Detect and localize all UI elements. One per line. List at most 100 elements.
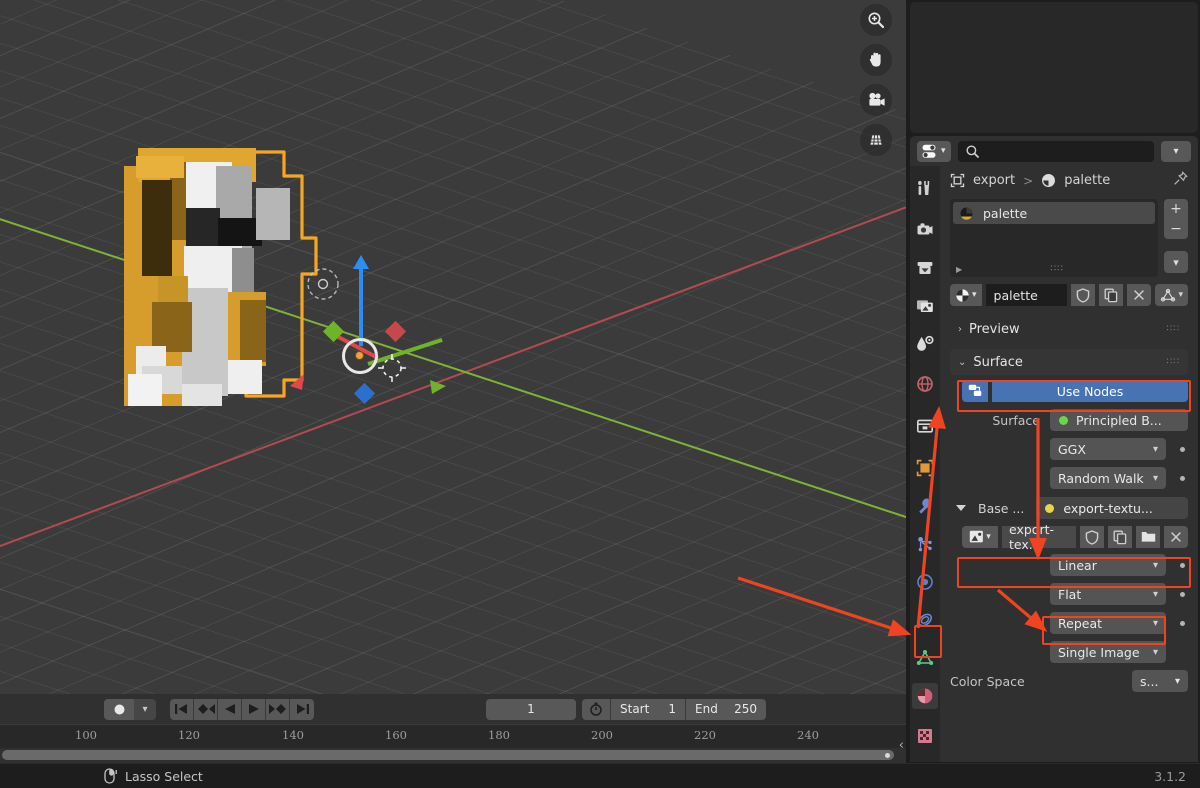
remove-material-slot-button[interactable]: − xyxy=(1164,219,1188,239)
fake-user-button[interactable] xyxy=(1071,284,1096,306)
subsurface-method-dropdown[interactable]: Random Walk ▾ xyxy=(1050,467,1166,489)
tab-object[interactable] xyxy=(912,455,938,481)
grip-dots-icon[interactable]: ∷∷ xyxy=(1050,264,1063,274)
play-reverse-button[interactable] xyxy=(218,698,242,720)
subsurface-method-value: Random Walk xyxy=(1058,470,1144,486)
printer-icon xyxy=(917,262,933,274)
image-name-field[interactable]: export-tex... xyxy=(1002,522,1076,552)
camera-view-gizmo[interactable] xyxy=(860,84,892,116)
timeline-collapse-arrow[interactable]: ‹ xyxy=(899,738,904,753)
tab-physics[interactable] xyxy=(912,569,938,595)
tab-world[interactable] xyxy=(912,371,938,397)
grip-dots-icon[interactable]: ∷∷ xyxy=(1167,324,1180,334)
play-button[interactable] xyxy=(242,698,266,720)
search-input[interactable] xyxy=(957,140,1154,162)
animate-decorator[interactable] xyxy=(1176,562,1188,568)
duplicate-image-button[interactable] xyxy=(1108,526,1132,548)
interpolation-value: Linear xyxy=(1058,557,1097,573)
3d-viewport[interactable] xyxy=(0,0,906,694)
tab-scene[interactable] xyxy=(912,331,938,357)
extension-dropdown[interactable]: Repeat ▾ xyxy=(1050,612,1166,634)
gizmo-x-arrowhead xyxy=(290,374,304,390)
properties-content: export > palette palette ▶ ∷∷ + − ▾ ▾ pa… xyxy=(940,166,1198,762)
base-color-value[interactable]: export-textu... xyxy=(1036,497,1188,519)
base-color-label: Base ... xyxy=(978,500,1025,516)
distribution-dropdown[interactable]: GGX ▾ xyxy=(1050,438,1166,460)
gizmo-y-arrowhead xyxy=(430,380,446,394)
tab-modifiers[interactable] xyxy=(912,493,938,519)
tab-particles[interactable] xyxy=(912,531,938,557)
surface-panel-label: Surface xyxy=(973,354,1023,370)
gizmo-z-arrow[interactable] xyxy=(353,255,369,346)
interpolation-dropdown[interactable]: Linear ▾ xyxy=(1050,554,1166,576)
jump-to-next-keyframe-button[interactable] xyxy=(266,698,290,720)
tab-object-data[interactable] xyxy=(912,645,938,671)
duplicate-material-button[interactable] xyxy=(1099,284,1124,306)
breadcrumb-separator: > xyxy=(1023,173,1034,188)
timeline-ruler[interactable]: 100 120 140 160 180 200 220 240 xyxy=(0,724,906,748)
open-image-button[interactable] xyxy=(1136,526,1160,548)
browse-material-button[interactable]: ▾ xyxy=(950,284,982,306)
mouse-icon xyxy=(104,768,117,784)
outliner-editor[interactable] xyxy=(910,2,1198,133)
unlink-material-button[interactable] xyxy=(1127,284,1152,306)
preview-panel-header[interactable]: › Preview ∷∷ xyxy=(950,316,1188,342)
scrollbar-grip[interactable] xyxy=(885,753,890,758)
timeline-editor[interactable]: ▾ 1 Start 1 End 250 100 120 140 160 180 … xyxy=(0,694,906,763)
auto-keying-button[interactable] xyxy=(104,698,134,720)
animate-decorator[interactable] xyxy=(1176,446,1188,452)
image-fake-user-button[interactable] xyxy=(1080,526,1104,548)
pin-icon[interactable] xyxy=(1173,171,1188,190)
triangle-down-icon[interactable] xyxy=(956,505,966,511)
tab-tool[interactable] xyxy=(912,175,938,201)
start-frame-field[interactable]: Start 1 xyxy=(611,702,685,716)
use-preview-range-button[interactable] xyxy=(582,702,610,716)
active-tool-status: Lasso Select xyxy=(104,768,203,784)
current-frame-field[interactable]: 1 xyxy=(486,698,576,720)
chevron-down-icon: ▾ xyxy=(941,146,946,156)
unlink-image-button[interactable] xyxy=(1164,526,1188,548)
chevron-down-icon: ▾ xyxy=(1178,290,1183,300)
color-space-dropdown[interactable]: s... ▾ xyxy=(1132,670,1188,692)
projection-value: Flat xyxy=(1058,586,1082,602)
list-item[interactable]: palette xyxy=(953,202,1155,224)
tab-view-layer[interactable] xyxy=(912,293,938,319)
triangle-right-icon[interactable]: ▶ xyxy=(956,265,962,274)
animate-decorator[interactable] xyxy=(1176,620,1188,626)
material-slot-list[interactable]: palette ▶ ∷∷ xyxy=(950,199,1158,277)
auto-keying-options-dropdown[interactable]: ▾ xyxy=(134,698,156,720)
material-slot-specials-menu[interactable]: ▾ xyxy=(1164,251,1188,273)
tab-material[interactable] xyxy=(912,683,938,709)
nodetree-selector[interactable]: ▾ xyxy=(1155,284,1188,306)
tab-output[interactable] xyxy=(912,255,938,281)
editor-type-selector[interactable]: ▾ xyxy=(917,140,951,162)
tab-constraints[interactable] xyxy=(912,607,938,633)
use-nodes-button[interactable]: Use Nodes xyxy=(992,380,1188,402)
tab-texture[interactable] xyxy=(912,723,938,749)
material-name-field[interactable]: palette xyxy=(985,284,1068,306)
browse-image-button[interactable]: ▾ xyxy=(962,526,998,548)
animate-decorator[interactable] xyxy=(1176,591,1188,597)
tool-icon xyxy=(918,181,930,195)
end-frame-field[interactable]: End 250 xyxy=(686,702,766,716)
surface-panel-header[interactable]: ⌄ Surface ∷∷ xyxy=(950,349,1188,375)
tab-collection[interactable] xyxy=(912,413,938,439)
jump-to-start-button[interactable] xyxy=(170,698,194,720)
source-dropdown[interactable]: Single Image ▾ xyxy=(1050,641,1166,663)
timeline-horizontal-scrollbar[interactable] xyxy=(2,750,894,760)
breadcrumb-object[interactable]: export xyxy=(973,173,1015,188)
surface-shader-text: Principled B... xyxy=(1076,412,1162,428)
surface-shader-value[interactable]: Principled B... xyxy=(1050,409,1188,431)
breadcrumb-material[interactable]: palette xyxy=(1064,173,1110,188)
jump-to-prev-keyframe-button[interactable] xyxy=(194,698,218,720)
jump-to-end-button[interactable] xyxy=(290,698,314,720)
toggle-perspective-gizmo[interactable] xyxy=(860,124,892,156)
add-material-slot-button[interactable]: + xyxy=(1164,199,1188,219)
zoom-gizmo[interactable] xyxy=(860,4,892,36)
pan-gizmo[interactable] xyxy=(860,44,892,76)
grip-dots-icon[interactable]: ∷∷ xyxy=(1167,357,1180,367)
properties-options-dropdown[interactable]: ▾ xyxy=(1161,140,1191,162)
projection-dropdown[interactable]: Flat ▾ xyxy=(1050,583,1166,605)
tab-render[interactable] xyxy=(912,217,938,243)
animate-decorator[interactable] xyxy=(1176,475,1188,481)
